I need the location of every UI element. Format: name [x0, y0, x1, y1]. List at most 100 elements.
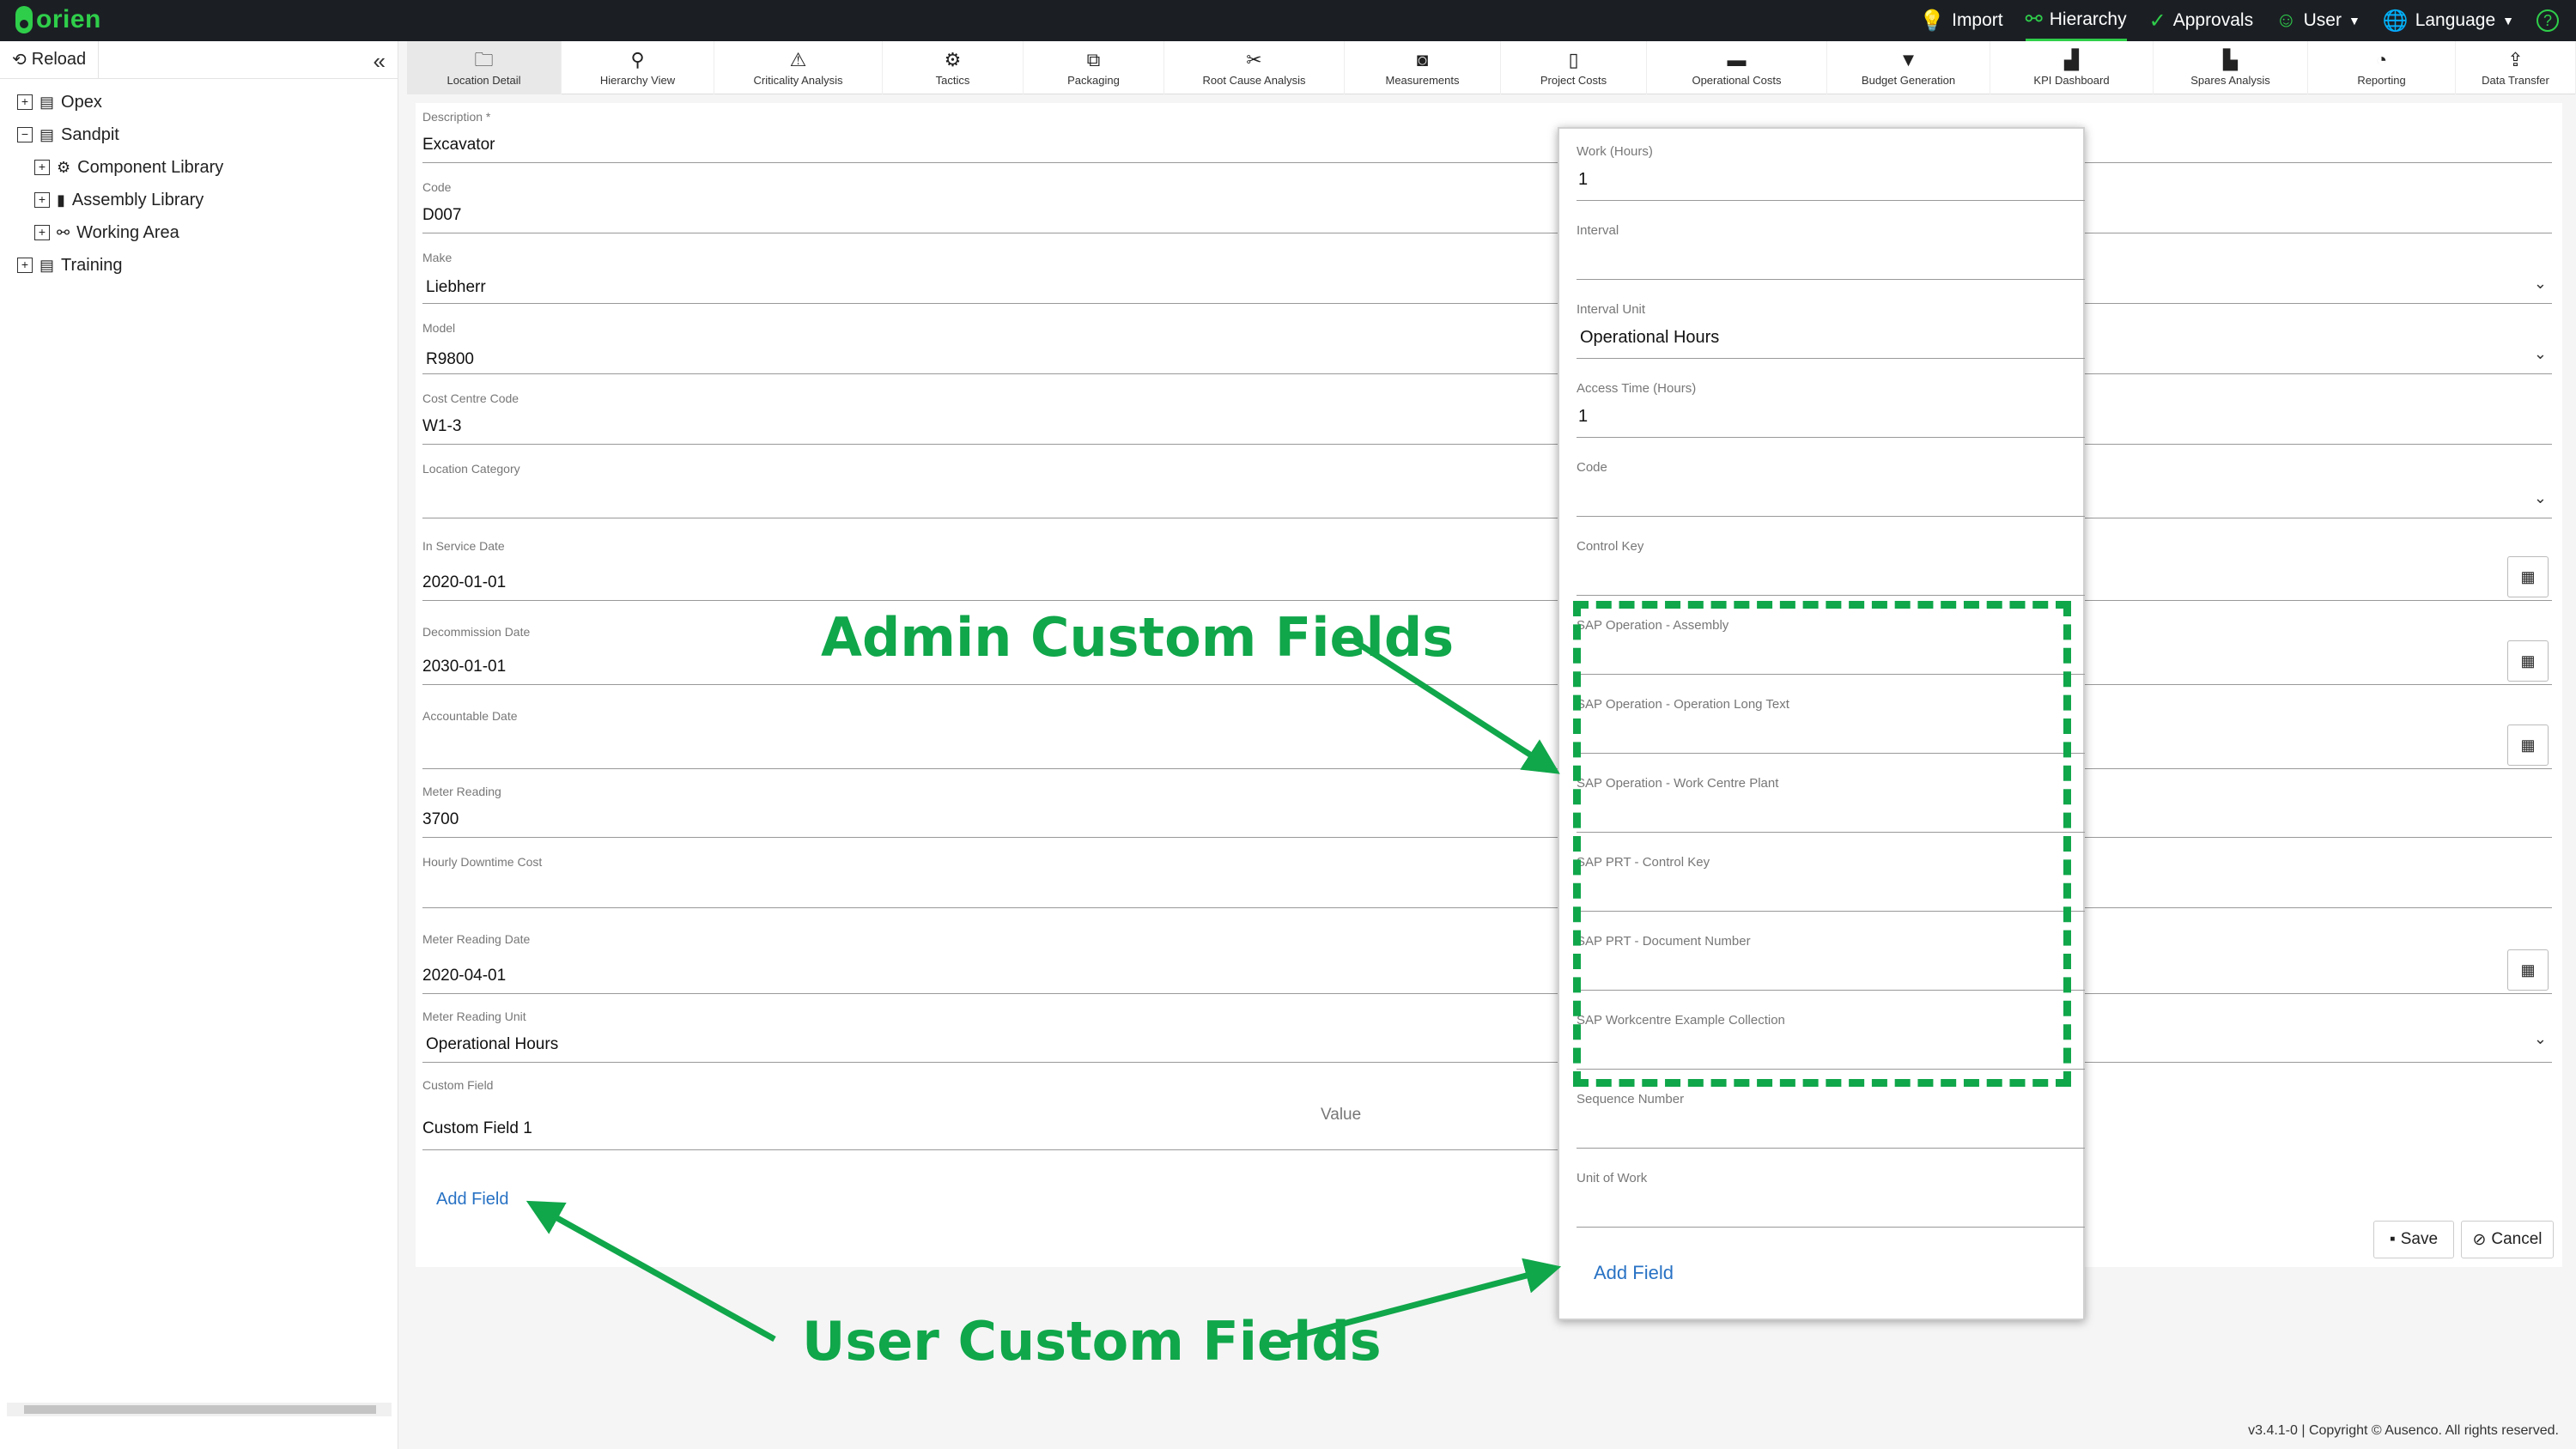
expand-icon[interactable]: + — [17, 94, 33, 110]
cancel-button[interactable]: ⊘ Cancel — [2461, 1221, 2554, 1258]
tab-reporting[interactable]: ◔ Reporting — [2308, 41, 2456, 94]
tab-root-cause-analysis[interactable]: ✂ Root Cause Analysis — [1164, 41, 1345, 94]
location-category-select[interactable]: Location Category ⌄ — [422, 462, 2552, 518]
meter-reading-unit-select[interactable]: Meter Reading Unit Operational Hours ⌄ — [422, 1009, 2552, 1063]
credit-card-icon: ▬ — [1727, 48, 1747, 70]
expand-icon[interactable]: + — [34, 192, 50, 208]
calendar-icon[interactable]: ▦ — [2507, 640, 2549, 682]
control-key-field[interactable]: Control Key — [1577, 539, 2085, 596]
interval-field[interactable]: Interval — [1577, 223, 2085, 280]
tab-project-costs[interactable]: ▯ Project Costs — [1501, 41, 1647, 94]
expand-icon[interactable]: + — [17, 258, 33, 273]
tree-item-label[interactable]: Component Library — [77, 158, 223, 178]
tab-kpi-dashboard[interactable]: ▟ KPI Dashboard — [1990, 41, 2154, 94]
tab-label: KPI Dashboard — [2033, 73, 2110, 87]
model-select[interactable]: Model R9800 ⌄ — [422, 321, 2552, 374]
meter-reading-field[interactable]: Meter Reading 3700 — [422, 785, 2552, 838]
sequence-number-field[interactable]: Sequence Number — [1577, 1092, 2085, 1149]
tree-item-label[interactable]: Training — [61, 256, 123, 276]
tab-tactics[interactable]: ⚙ Tactics — [883, 41, 1024, 94]
field-value[interactable]: 1 — [1578, 407, 1588, 427]
tab-measurements[interactable]: ◙ Measurements — [1345, 41, 1501, 94]
tab-spares-analysis[interactable]: ▙ Spares Analysis — [2154, 41, 2308, 94]
tree-item-label[interactable]: Assembly Library — [72, 191, 204, 210]
field-value[interactable]: 3700 — [422, 810, 459, 829]
tree-item-working-area[interactable]: + ⚯ Working Area — [0, 216, 398, 249]
lightbulb-icon: 💡 — [1919, 9, 1946, 33]
nav-approvals[interactable]: ✓ Approvals — [2149, 9, 2254, 33]
decommission-date-field[interactable]: Decommission Date 2030-01-01 ▦ — [422, 625, 2552, 685]
nav-help[interactable]: ? — [2537, 9, 2559, 32]
in-service-date-field[interactable]: In Service Date 2020-01-01 ▦ — [422, 539, 2552, 601]
field-label: Control Key — [1577, 539, 1644, 554]
meter-reading-date-field[interactable]: Meter Reading Date 2020-04-01 ▦ — [422, 932, 2552, 994]
popup-add-field-link[interactable]: Add Field — [1594, 1262, 1674, 1284]
caret-down-icon: ▼ — [2348, 14, 2360, 27]
custom-field-value[interactable]: Value — [1321, 1099, 1578, 1150]
tab-label: Hierarchy View — [599, 73, 676, 87]
field-value[interactable]: 2020-01-01 — [422, 573, 506, 592]
make-select[interactable]: Make Liebherr ⌄ — [422, 251, 2552, 304]
tree-item-sandpit[interactable]: − ▤ Sandpit — [0, 118, 398, 151]
interval-unit-select[interactable]: Interval Unit Operational Hours — [1577, 302, 2085, 359]
work-hours-field[interactable]: Work (Hours) 1 — [1577, 144, 2085, 201]
collapse-panel-icon[interactable]: « — [374, 48, 386, 75]
cancel-label: Cancel — [2491, 1230, 2543, 1248]
cost-centre-code-field[interactable]: Cost Centre Code W1-3 — [422, 391, 2552, 445]
reload-button[interactable]: ⟲ Reload — [0, 40, 100, 79]
tab-data-transfer[interactable]: ⇪ Data Transfer — [2456, 41, 2576, 94]
access-time-field[interactable]: Access Time (Hours) 1 — [1577, 381, 2085, 438]
field-value[interactable]: W1-3 — [422, 417, 461, 436]
description-field[interactable]: Description * Excavator — [422, 110, 2552, 163]
field-value[interactable]: 2020-04-01 — [422, 967, 506, 985]
chevron-down-icon[interactable]: ⌄ — [2534, 275, 2547, 293]
tree-item-label[interactable]: Sandpit — [61, 125, 119, 145]
field-value[interactable]: Custom Field 1 — [422, 1119, 532, 1138]
hourly-downtime-cost-field[interactable]: Hourly Downtime Cost — [422, 855, 2552, 908]
orien-logo[interactable]: orien — [15, 5, 101, 34]
tree-item-opex[interactable]: + ▤ Opex — [0, 86, 398, 118]
nav-import[interactable]: 💡 Import — [1919, 9, 2002, 33]
tree-item-label[interactable]: Opex — [61, 93, 102, 112]
tab-packaging[interactable]: ⧉ Packaging — [1024, 41, 1164, 94]
field-value[interactable]: R9800 — [426, 350, 474, 369]
tab-budget-generation[interactable]: ▼ Budget Generation — [1827, 41, 1990, 94]
tab-operational-costs[interactable]: ▬ Operational Costs — [1647, 41, 1827, 94]
collapse-icon[interactable]: − — [17, 127, 33, 142]
popup-code-field[interactable]: Code — [1577, 460, 2085, 517]
chevron-down-icon[interactable]: ⌄ — [2534, 489, 2547, 507]
tree-item-training[interactable]: + ▤ Training — [0, 249, 398, 282]
save-button[interactable]: ▪ Save — [2373, 1221, 2454, 1258]
chevron-down-icon[interactable]: ⌄ — [2534, 345, 2547, 363]
field-value[interactable]: Operational Hours — [1580, 328, 1719, 348]
accountable-date-field[interactable]: Accountable Date ▦ — [422, 709, 2552, 769]
field-value[interactable]: Operational Hours — [426, 1035, 558, 1054]
tree-item-label[interactable]: Working Area — [76, 223, 179, 243]
calendar-icon[interactable]: ▦ — [2507, 949, 2549, 991]
tree-item-assembly-library[interactable]: + ▮ Assembly Library — [0, 184, 398, 216]
code-field[interactable]: Code D007 — [422, 180, 2552, 233]
field-value[interactable]: 2030-01-01 — [422, 658, 506, 676]
scrollbar-thumb[interactable] — [24, 1405, 376, 1414]
add-field-link[interactable]: Add Field — [436, 1190, 509, 1210]
tree-item-component-library[interactable]: + ⚙ Component Library — [0, 151, 398, 184]
horizontal-scrollbar[interactable] — [7, 1403, 392, 1416]
tab-location-detail[interactable]: 🗀 Location Detail — [407, 41, 562, 94]
unit-of-work-field[interactable]: Unit of Work — [1577, 1171, 2085, 1228]
nav-hierarchy[interactable]: ⚯ Hierarchy — [2025, 0, 2127, 41]
chevron-down-icon[interactable]: ⌄ — [2534, 1030, 2547, 1048]
field-value[interactable]: Excavator — [422, 136, 495, 155]
value-placeholder[interactable]: Value — [1321, 1106, 1361, 1125]
expand-icon[interactable]: + — [34, 225, 50, 240]
field-value[interactable]: 1 — [1578, 170, 1588, 190]
nav-user[interactable]: ☺ User ▼ — [2275, 9, 2360, 33]
field-value[interactable]: D007 — [422, 206, 461, 225]
field-value[interactable]: Liebherr — [426, 278, 486, 297]
calendar-icon[interactable]: ▦ — [2507, 556, 2549, 597]
tab-hierarchy-view[interactable]: ⚲ Hierarchy View — [562, 41, 714, 94]
tab-criticality-analysis[interactable]: ⚠ Criticality Analysis — [714, 41, 883, 94]
calendar-icon[interactable]: ▦ — [2507, 724, 2549, 766]
globe-icon: 🌐 — [2382, 9, 2409, 33]
expand-icon[interactable]: + — [34, 160, 50, 175]
nav-language[interactable]: 🌐 Language ▼ — [2383, 9, 2514, 33]
